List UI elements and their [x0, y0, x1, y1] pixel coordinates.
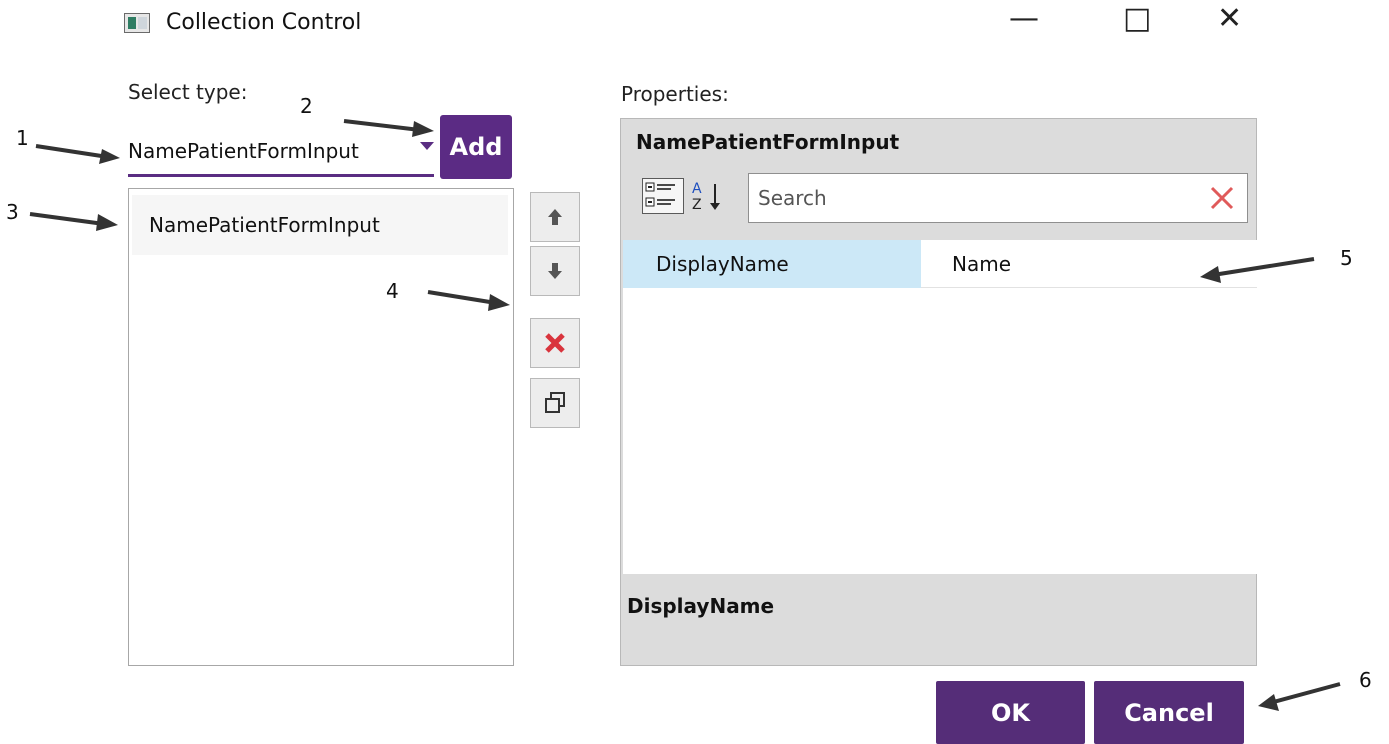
annotation-number: 6	[1359, 668, 1372, 692]
annotation-number: 2	[300, 94, 313, 118]
annotation-number: 4	[386, 279, 399, 303]
annotation-number: 5	[1340, 246, 1353, 270]
annotation-arrows	[29, 119, 1341, 711]
annotation-number: 3	[6, 200, 19, 224]
